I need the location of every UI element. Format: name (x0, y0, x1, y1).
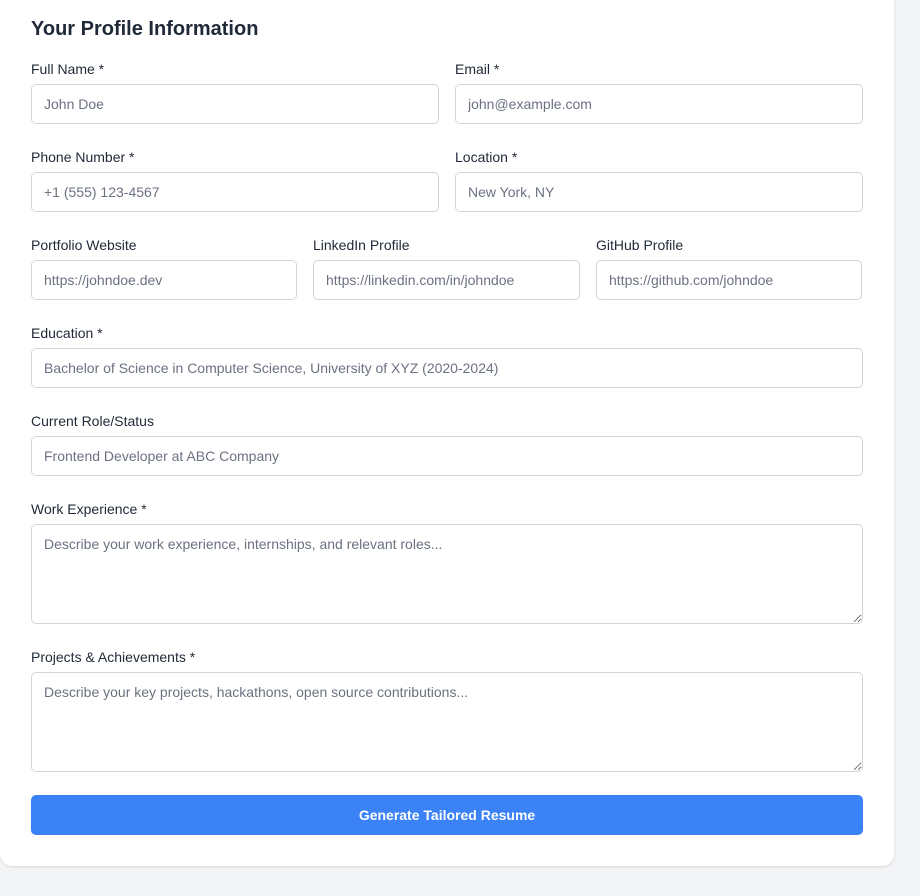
education-field: Education * (31, 324, 863, 388)
projects-field: Projects & Achievements * (31, 648, 863, 772)
location-label: Location * (455, 149, 518, 165)
current-role-field: Current Role/Status (31, 412, 863, 476)
form-title: Your Profile Information (31, 18, 259, 40)
github-label: GitHub Profile (596, 237, 684, 253)
generate-resume-button[interactable]: Generate Tailored Resume (31, 795, 863, 835)
current-role-input[interactable] (31, 436, 863, 476)
email-input[interactable] (455, 84, 863, 124)
projects-label: Projects & Achievements * (31, 649, 196, 665)
phone-field: Phone Number * (31, 148, 439, 212)
location-field: Location * (455, 148, 863, 212)
linkedin-field: LinkedIn Profile (313, 236, 580, 300)
linkedin-label: LinkedIn Profile (313, 237, 410, 253)
work-experience-textarea[interactable] (31, 524, 863, 624)
full-name-input[interactable] (31, 84, 439, 124)
github-input[interactable] (596, 260, 862, 300)
email-field: Email * (455, 60, 863, 124)
portfolio-label: Portfolio Website (31, 237, 137, 253)
full-name-field: Full Name * (31, 60, 439, 124)
work-experience-field: Work Experience * (31, 500, 863, 624)
portfolio-field: Portfolio Website (31, 236, 297, 300)
education-label: Education * (31, 325, 103, 341)
location-input[interactable] (455, 172, 863, 212)
phone-input[interactable] (31, 172, 439, 212)
github-field: GitHub Profile (596, 236, 862, 300)
full-name-label: Full Name * (31, 61, 105, 77)
work-experience-label: Work Experience * (31, 501, 147, 517)
phone-label: Phone Number * (31, 149, 135, 165)
portfolio-input[interactable] (31, 260, 297, 300)
projects-textarea[interactable] (31, 672, 863, 772)
education-input[interactable] (31, 348, 863, 388)
email-label: Email * (455, 61, 500, 77)
current-role-label: Current Role/Status (31, 413, 154, 429)
linkedin-input[interactable] (313, 260, 580, 300)
